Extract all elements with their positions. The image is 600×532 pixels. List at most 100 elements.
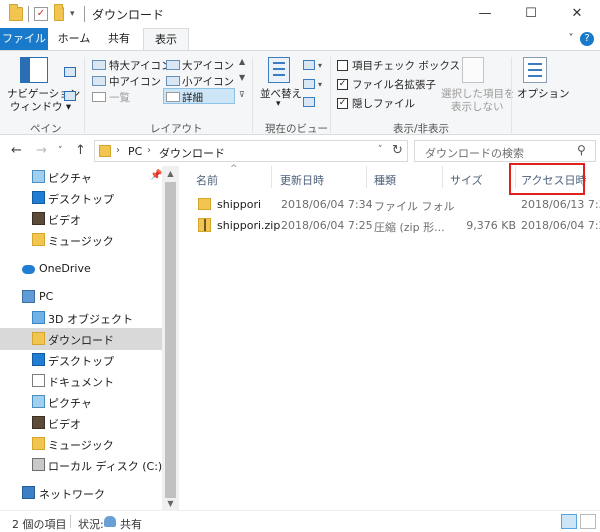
scroll-down-icon[interactable]: ▼ <box>162 499 179 508</box>
sidebar-item-pc[interactable]: PC <box>0 286 162 308</box>
videos-icon <box>32 416 45 429</box>
scroll-up-icon[interactable]: ▲ <box>162 169 179 178</box>
sidebar-item-pictures-pc[interactable]: ピクチャ <box>0 391 162 413</box>
sidebar-item-videos[interactable]: ビデオ <box>0 208 162 230</box>
music-icon <box>32 437 45 450</box>
hidden-files-label[interactable]: 隠しファイル <box>352 96 415 111</box>
scrollbar-thumb[interactable] <box>165 182 176 498</box>
state-value: 共有 <box>120 518 142 531</box>
group-by-dropdown-icon[interactable]: ▾ <box>318 61 322 70</box>
file-extension-toggle[interactable]: ✓ <box>337 79 348 90</box>
options-icon[interactable] <box>523 57 547 83</box>
layout-more-icon[interactable]: ⊽ <box>239 90 245 99</box>
add-columns-icon[interactable] <box>303 79 315 89</box>
search-icon[interactable]: ⚲ <box>577 143 586 157</box>
tab-file[interactable]: ファイル <box>0 28 48 50</box>
sidebar-item-videos-pc[interactable]: ビデオ <box>0 412 162 434</box>
navigation-pane-icon[interactable] <box>20 57 48 83</box>
navigation-pane-label-2[interactable]: ウィンドウ ▾ <box>10 99 71 114</box>
sidebar-item-local-disk[interactable]: ローカル ディスク (C:) <box>0 454 162 476</box>
sort-by-dropdown-icon[interactable]: ▾ <box>276 99 281 109</box>
up-button[interactable]: ↑ <box>75 143 86 158</box>
group-by-icon[interactable] <box>303 60 315 70</box>
sidebar-item-music-pc[interactable]: ミュージック <box>0 433 162 455</box>
table-row[interactable]: shippori 2018/06/04 7:34 ファイル フォル 2018/0… <box>191 194 600 215</box>
column-divider[interactable] <box>366 166 367 188</box>
details-view-button[interactable] <box>561 514 577 529</box>
column-header-name[interactable]: 名前 <box>196 172 218 188</box>
large-icons-view-button[interactable] <box>580 514 596 529</box>
small-icons-icon <box>166 76 180 86</box>
file-modified: 2018/06/04 7:34 <box>281 198 373 211</box>
search-input[interactable]: ダウンロードの検索 <box>425 145 524 161</box>
tab-home[interactable]: ホーム <box>54 28 94 50</box>
navigation-pane: ピクチャ 📌 デスクトップ ビデオ ミュージック OneDrive PC 3D … <box>0 166 162 510</box>
sort-by-icon[interactable] <box>268 57 290 83</box>
layout-medium[interactable]: 中アイコン <box>109 74 161 89</box>
address-bar-row: ← → ˅ ↑ › PC › ダウンロード ˅ ↻ ダウンロードの検索 ⚲ <box>0 135 600 166</box>
recent-locations-icon[interactable]: ˅ <box>58 146 63 156</box>
tab-view[interactable]: 表示 <box>143 28 189 50</box>
sidebar-item-pictures[interactable]: ピクチャ 📌 <box>0 166 162 188</box>
preview-pane-icon[interactable] <box>64 67 76 77</box>
qat-dropdown-icon[interactable]: ▾ <box>70 7 84 21</box>
sidebar-item-desktop[interactable]: デスクトップ <box>0 187 162 209</box>
sidebar-item-documents[interactable]: ドキュメント <box>0 370 162 392</box>
sort-by-label[interactable]: 並べ替え <box>260 86 302 101</box>
divider <box>511 57 512 133</box>
sidebar-item-label: ドキュメント <box>48 376 114 389</box>
sidebar-item-desktop-pc[interactable]: デスクトップ <box>0 349 162 371</box>
column-header-size[interactable]: サイズ <box>450 172 483 188</box>
close-button[interactable]: ✕ <box>554 0 600 28</box>
forward-button[interactable]: → <box>36 143 47 158</box>
ribbon-collapse-icon[interactable]: ˅ <box>565 28 577 50</box>
options-label[interactable]: オプション <box>517 86 570 101</box>
help-button[interactable]: ? <box>580 32 594 46</box>
layout-small[interactable]: 小アイコン <box>182 74 234 89</box>
size-columns-to-fit-icon[interactable] <box>303 97 315 107</box>
add-columns-dropdown-icon[interactable]: ▾ <box>318 80 322 89</box>
search-box[interactable]: ダウンロードの検索 ⚲ <box>414 140 596 162</box>
hidden-files-toggle[interactable]: ✓ <box>337 98 348 109</box>
address-box[interactable]: › PC › ダウンロード ˅ ↻ <box>94 140 408 162</box>
layout-details[interactable]: 詳細 <box>182 90 203 105</box>
sort-ascending-icon: ^ <box>230 164 238 174</box>
sidebar-item-network[interactable]: ネットワーク <box>0 482 162 504</box>
properties-icon[interactable]: ✓ <box>34 7 48 21</box>
sidebar-item-3d-objects[interactable]: 3D オブジェクト <box>0 307 162 329</box>
tab-share[interactable]: 共有 <box>100 28 138 50</box>
sidebar-item-onedrive[interactable]: OneDrive <box>0 258 162 280</box>
layout-extra-large[interactable]: 特大アイコン <box>109 58 171 73</box>
documents-icon <box>32 374 45 387</box>
breadcrumb-downloads[interactable]: ダウンロード <box>159 145 225 161</box>
column-divider[interactable] <box>442 166 443 188</box>
back-button[interactable]: ← <box>11 143 22 158</box>
layout-large[interactable]: 大アイコン <box>182 58 234 73</box>
item-checkbox-toggle[interactable] <box>337 60 348 71</box>
layout-scroll-down-icon[interactable]: ▼ <box>239 73 245 82</box>
sidebar-item-downloads[interactable]: ダウンロード <box>0 328 162 350</box>
sidebar-item-music[interactable]: ミュージック <box>0 229 162 251</box>
breadcrumb-pc[interactable]: PC <box>128 145 142 158</box>
details-pane-icon[interactable] <box>64 91 76 101</box>
refresh-icon[interactable]: ↻ <box>392 143 403 158</box>
column-header-type[interactable]: 種類 <box>374 172 396 188</box>
column-divider[interactable] <box>271 166 272 188</box>
layout-list[interactable]: 一覧 <box>109 90 130 105</box>
divider <box>252 57 253 133</box>
minimize-button[interactable]: — <box>462 0 508 28</box>
column-header-modified[interactable]: 更新日時 <box>280 172 324 188</box>
folder-icon <box>9 4 23 21</box>
item-checkbox-label[interactable]: 項目チェック ボックス <box>352 58 460 73</box>
address-dropdown-icon[interactable]: ˅ <box>378 145 383 155</box>
hide-selected-label-2[interactable]: 表示しない <box>451 99 504 114</box>
file-size: 9,376 KB <box>466 219 516 232</box>
table-row[interactable]: shippori.zip 2018/06/04 7:25 圧縮 (zip 形..… <box>191 215 600 236</box>
new-folder-icon[interactable] <box>54 4 64 21</box>
maximize-button[interactable]: ☐ <box>508 0 554 28</box>
pin-icon[interactable]: 📌 <box>150 170 162 181</box>
sidebar-scrollbar[interactable]: ▲ ▼ <box>162 166 179 510</box>
file-extension-label[interactable]: ファイル名拡張子 <box>352 77 436 92</box>
layout-scroll-up-icon[interactable]: ▲ <box>239 57 245 66</box>
downloads-folder-icon <box>99 145 111 157</box>
